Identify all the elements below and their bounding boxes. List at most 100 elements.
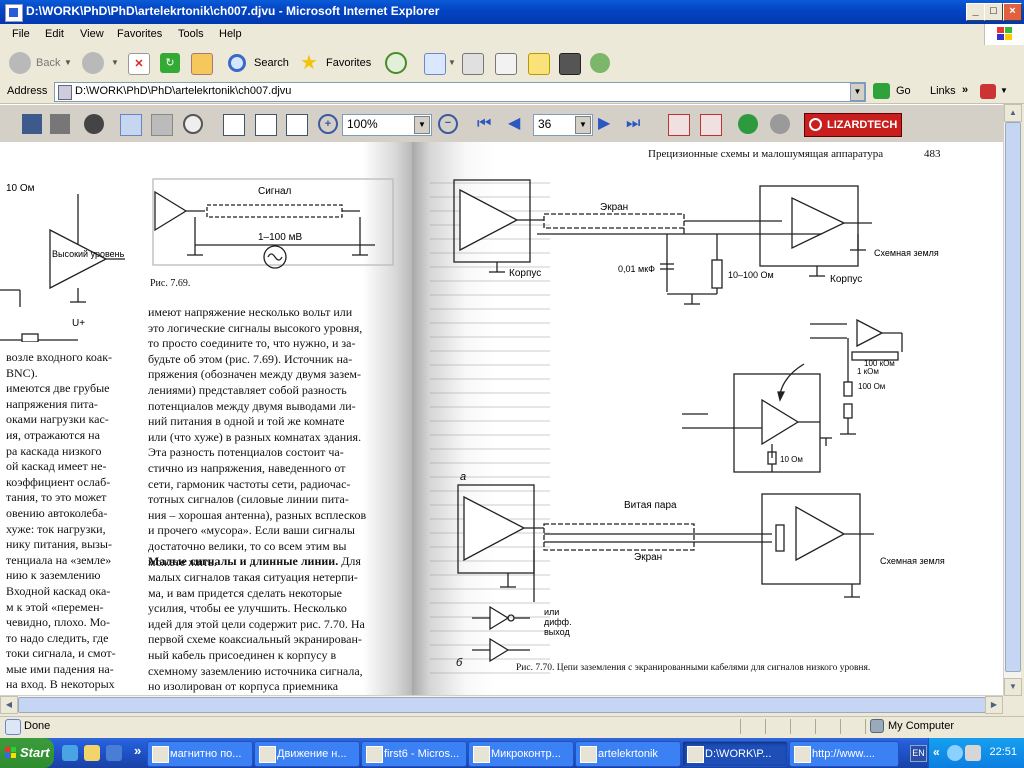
start-button[interactable]: Start	[0, 738, 54, 768]
edit-icon[interactable]	[495, 53, 517, 75]
text-line: ный кабель присоединен к корпусу в	[148, 647, 337, 662]
menu-favorites[interactable]: Favorites	[117, 28, 162, 40]
clock[interactable]: 22:51	[989, 746, 1017, 758]
menu-view[interactable]: View	[80, 28, 104, 40]
print-icon[interactable]	[50, 114, 70, 134]
vertical-scrollbar[interactable]: ▲ ▼	[1003, 104, 1022, 696]
rotate-right-icon[interactable]	[700, 114, 722, 136]
status-panel	[765, 719, 790, 734]
page-select[interactable]: 36 ▼	[533, 114, 593, 136]
horizontal-scroll-thumb[interactable]	[18, 697, 986, 713]
forward-icon[interactable]	[82, 52, 104, 74]
quicklaunch-app-icon[interactable]	[106, 745, 122, 761]
task-item[interactable]: магнитно по...	[147, 741, 253, 767]
refresh-icon[interactable]: ↻	[160, 53, 180, 73]
task-item[interactable]: first6 - Micros...	[361, 741, 467, 767]
task-item[interactable]: artelekrtonik	[575, 741, 681, 767]
tray-expand-icon[interactable]: «	[933, 745, 940, 759]
text-select-icon[interactable]	[151, 114, 173, 136]
last-page-icon[interactable]: ⏭	[626, 114, 646, 134]
text-line: имеют напряжение несколько вольт или	[148, 305, 353, 319]
back-icon[interactable]	[9, 52, 31, 74]
links-chevron-icon[interactable]: »	[962, 81, 968, 103]
hand-tool-icon[interactable]	[120, 114, 142, 136]
text-line: но изолирован от корпуса приемника	[148, 679, 339, 694]
messenger-icon[interactable]	[590, 53, 610, 73]
language-indicator[interactable]: EN	[910, 745, 927, 762]
page-dropdown-icon[interactable]: ▼	[575, 116, 591, 134]
research-icon[interactable]	[559, 53, 581, 75]
zoom-out-icon[interactable]: −	[438, 114, 458, 134]
extension-dropdown-icon[interactable]: ▼	[1000, 81, 1008, 103]
address-input[interactable]: D:\WORK\PhD\PhD\artelekrtonik\ch007.djvu	[54, 82, 866, 102]
menu-edit[interactable]: Edit	[45, 28, 64, 40]
menu-tools[interactable]: Tools	[178, 28, 204, 40]
text-line: лениями) представляет собой разность	[148, 382, 347, 397]
tray-app-icon[interactable]	[965, 745, 981, 761]
task-item[interactable]: Движение н...	[254, 741, 360, 767]
quicklaunch-ie-icon[interactable]	[62, 745, 78, 761]
label-diff: дифф.	[544, 617, 572, 627]
address-dropdown-icon[interactable]: ▼	[850, 83, 865, 101]
zoom-in-icon[interactable]: +	[318, 114, 338, 134]
go-button[interactable]: Go	[896, 81, 911, 103]
save-icon[interactable]	[22, 114, 42, 134]
prev-page-icon[interactable]: ◀	[508, 114, 528, 134]
text-line: то просто соедините то, что нужно, и за-	[148, 336, 356, 351]
first-page-icon[interactable]: ⏮	[477, 114, 497, 134]
forward-dropdown-icon[interactable]: ▼	[111, 52, 119, 74]
favorites-label[interactable]: Favorites	[326, 52, 371, 74]
quicklaunch-more-icon[interactable]: »	[134, 743, 141, 758]
task-item-active[interactable]: D:\WORK\P...	[682, 741, 788, 767]
favorites-icon[interactable]: ★	[300, 52, 318, 74]
scroll-down-icon[interactable]: ▼	[1004, 678, 1022, 696]
maximize-button[interactable]: □	[984, 3, 1003, 21]
text-line: овению автоколеба-	[6, 505, 108, 520]
close-button[interactable]: ×	[1003, 3, 1022, 21]
lizardtech-label: LIZARDTECH	[827, 119, 898, 131]
task-item[interactable]: http://www....	[789, 741, 899, 767]
minimize-button[interactable]: _	[966, 3, 985, 21]
scroll-left-icon[interactable]: ◀	[0, 696, 18, 714]
next-page-icon[interactable]: ▶	[598, 114, 618, 134]
menu-file[interactable]: File	[12, 28, 30, 40]
document-viewer[interactable]: 10 Ом U+ Высокий уровень Сигнал 1–100 мВ…	[0, 142, 1003, 695]
find-icon[interactable]	[84, 114, 104, 134]
back-label[interactable]: Back	[36, 52, 60, 74]
mail-icon[interactable]	[424, 53, 446, 75]
task-item[interactable]: Микроконтр...	[468, 741, 574, 767]
stop-icon[interactable]: ✕	[128, 53, 150, 75]
fit-page-icon[interactable]	[255, 114, 277, 136]
horizontal-scrollbar[interactable]: ◀ ▶	[0, 695, 1003, 714]
rotate-left-icon[interactable]	[668, 114, 690, 136]
scroll-up-icon[interactable]: ▲	[1004, 104, 1022, 122]
scroll-right-icon[interactable]: ▶	[985, 696, 1003, 714]
address-value[interactable]: D:\WORK\PhD\PhD\artelekrtonik\ch007.djvu	[75, 85, 291, 97]
history-forward-icon[interactable]	[770, 114, 790, 134]
quicklaunch-explorer-icon[interactable]	[84, 745, 100, 761]
vertical-scroll-thumb[interactable]	[1005, 122, 1021, 672]
fit-width-icon[interactable]	[223, 114, 245, 136]
back-dropdown-icon[interactable]: ▼	[64, 52, 72, 74]
history-icon[interactable]	[385, 52, 407, 74]
zoom-select[interactable]: 100% ▼	[342, 114, 432, 136]
links-button[interactable]: Links	[930, 81, 956, 103]
actual-size-icon[interactable]	[286, 114, 308, 136]
zoom-dropdown-icon[interactable]: ▼	[414, 116, 430, 134]
text-line: нику питания, вызы-	[6, 537, 112, 552]
history-back-icon[interactable]	[738, 114, 758, 134]
menu-help[interactable]: Help	[219, 28, 242, 40]
network-icon[interactable]	[947, 745, 963, 761]
print-icon[interactable]	[462, 53, 484, 75]
zoom-select-icon[interactable]	[183, 114, 203, 134]
label-cap: 0,01 мкФ	[618, 264, 655, 274]
fig-7-70-schematics: Экран Корпус Корпус Схемная земля 0,01 м…	[453, 179, 945, 669]
go-icon[interactable]	[873, 83, 890, 99]
mail-dropdown-icon[interactable]: ▼	[448, 52, 456, 74]
extension-icon[interactable]	[980, 84, 996, 99]
search-label[interactable]: Search	[254, 52, 289, 74]
lizardtech-logo[interactable]: LIZARDTECH	[804, 113, 902, 137]
home-icon[interactable]	[191, 53, 213, 75]
search-icon[interactable]	[228, 54, 246, 72]
discuss-icon[interactable]	[528, 53, 550, 75]
